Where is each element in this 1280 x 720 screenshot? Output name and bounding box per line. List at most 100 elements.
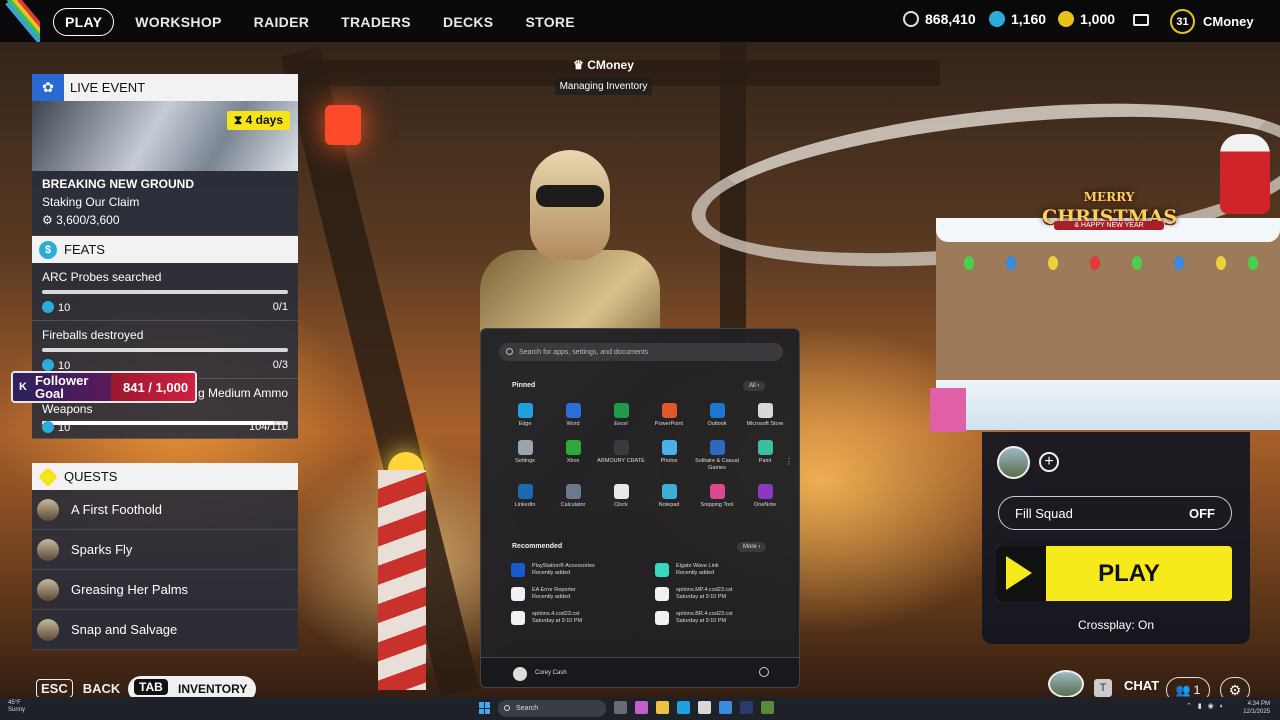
quest-item[interactable]: A First Foothold — [32, 490, 298, 530]
nav-raider[interactable]: RAIDER — [243, 9, 320, 35]
pinned-app-label: ARMOURY CRATE — [597, 458, 645, 464]
feat-meta: 10 0/1 — [42, 301, 288, 314]
weather-widget[interactable]: 45°F Sunny — [8, 700, 25, 714]
nav-decks[interactable]: DECKS — [432, 9, 505, 35]
feat-progress-bar — [42, 348, 288, 352]
system-tray[interactable]: ⌃ ▮ ◉ ◐ — [1186, 702, 1226, 710]
quest-item[interactable]: Snap and Salvage — [32, 610, 298, 650]
quest-item[interactable]: Sparks Fly — [32, 530, 298, 570]
nav-traders[interactable]: TRADERS — [330, 9, 422, 35]
pinned-app[interactable]: Excel — [597, 403, 645, 428]
recommended-item[interactable]: EA Error Reporter Recently added — [511, 587, 655, 601]
taskbar-clock[interactable]: 4:34 PM 12/1/2025 — [1226, 700, 1270, 716]
more-label: More — [743, 544, 757, 550]
pinned-app[interactable]: PowerPoint — [645, 403, 693, 428]
follower-goal-text: Follower Goal — [35, 374, 88, 400]
play-button[interactable]: PLAY — [996, 546, 1232, 601]
back-label: BACK — [82, 681, 121, 696]
player-level-badge[interactable]: 31 — [1170, 9, 1195, 34]
app-icon[interactable] — [719, 701, 732, 714]
user-avatar[interactable] — [513, 667, 527, 681]
player-avatar[interactable] — [1048, 670, 1084, 698]
pinned-app[interactable]: LinkedIn — [501, 484, 549, 509]
pinned-app[interactable]: Microsoft Store — [741, 403, 789, 428]
pinned-app[interactable]: Paint — [741, 440, 789, 472]
live-event-timer: ⧗ 4 days — [226, 111, 290, 130]
app-icon[interactable] — [761, 701, 774, 714]
inventory-label: INVENTORY — [178, 682, 248, 696]
quest-giver-avatar — [37, 618, 59, 641]
mail-icon[interactable] — [1133, 14, 1149, 26]
copilot-icon[interactable] — [635, 701, 648, 714]
windows-start-icon[interactable] — [479, 702, 491, 714]
pinned-app[interactable]: Clock — [597, 484, 645, 509]
player-nameplate-status: Managing Inventory — [555, 78, 652, 95]
steam-icon[interactable] — [740, 701, 753, 714]
pinned-app[interactable]: Snipping Tool — [693, 484, 741, 509]
recommended-item[interactable]: options.MP.4.cod23.cst Saturday at 9:10 P… — [655, 587, 781, 601]
recommended-name: EA Error Reporter — [532, 587, 576, 593]
live-event-panel[interactable]: ✿ LIVE EVENT ⧗ 4 days BREAKING NEW GROUN… — [32, 74, 298, 235]
search-icon — [504, 705, 510, 711]
player-username[interactable]: CMoney — [1203, 14, 1254, 29]
pinned-app-label: Microsoft Store — [746, 421, 784, 427]
pinned-app[interactable]: Notepad — [645, 484, 693, 509]
task-view-icon[interactable] — [614, 701, 627, 714]
pinned-app[interactable]: OneNote — [741, 484, 789, 509]
quest-item[interactable]: Greasing Her Palms — [32, 570, 298, 610]
follower-goal-label: K Follower Goal — [13, 373, 111, 401]
recommended-item[interactable]: options.BR.4.cod23.cst Saturday at 9:10 P… — [655, 611, 781, 625]
quest-name: Greasing Her Palms — [71, 582, 189, 597]
recommended-item[interactable]: PlayStation® Accessories Recently added — [511, 563, 655, 577]
feat-name-line2: Weapons — [42, 402, 93, 416]
pinned-app[interactable]: Calculator — [549, 484, 597, 509]
pinned-app-label: Paint — [758, 458, 772, 464]
add-squad-member-button[interactable]: + — [1039, 452, 1059, 472]
feats-panel: $ FEATS ARC Probes searched 10 0/1 Fireb… — [32, 236, 298, 439]
feat-item[interactable]: ARC Probes searched 10 0/1 — [32, 263, 298, 321]
all-apps-button[interactable]: All › — [743, 381, 766, 391]
pinned-app[interactable]: Settings — [501, 440, 549, 472]
quest-giver-avatar — [37, 538, 59, 561]
squad-member-avatar[interactable] — [997, 446, 1030, 479]
coins-icon — [903, 11, 919, 27]
app-icon — [709, 403, 725, 418]
happy-new-year-text: & HAPPY NEW YEAR — [1054, 221, 1164, 230]
recommended-item[interactable]: Elgato Wave Link Recently added — [655, 563, 781, 577]
back-button[interactable]: ESC BACK — [36, 679, 120, 698]
pinned-app[interactable]: Word — [549, 403, 597, 428]
fill-squad-label: Fill Squad — [1015, 505, 1073, 521]
feat-progress-bar — [42, 290, 288, 294]
all-apps-label: All — [749, 383, 756, 389]
power-icon[interactable] — [759, 667, 769, 677]
light-bulb — [1090, 256, 1100, 270]
scroll-dots-icon[interactable]: ⋮ — [785, 457, 793, 466]
taskbar-search[interactable]: Search — [498, 700, 606, 717]
app-icon — [565, 440, 581, 455]
pinned-app[interactable]: Solitaire & Casual Games — [693, 440, 741, 472]
nav-play[interactable]: PLAY — [53, 8, 115, 36]
chat-button[interactable]: CHAT — [1124, 678, 1159, 693]
file-explorer-icon[interactable] — [656, 701, 669, 714]
more-button[interactable]: More › — [737, 542, 767, 552]
pinned-app[interactable]: ARMOURY CRATE — [597, 440, 645, 472]
tab-keycap: TAB — [134, 679, 168, 695]
nav-workshop[interactable]: WORKSHOP — [124, 9, 232, 35]
recommended-item[interactable]: options.4.cod23.cst Saturday at 9:10 PM — [511, 611, 655, 625]
start-search-input[interactable]: Search for apps, settings, and documents — [499, 343, 783, 361]
recommended-text: options.4.cod23.cst Saturday at 9:10 PM — [532, 611, 582, 625]
store-icon[interactable] — [698, 701, 711, 714]
live-event-subtitle: Staking Our Claim — [42, 195, 140, 209]
fill-squad-toggle[interactable]: Fill Squad OFF — [998, 496, 1232, 530]
pinned-app[interactable]: Xbox — [549, 440, 597, 472]
top-navigation-bar: PLAY WORKSHOP RAIDER TRADERS DECKS STORE… — [0, 0, 1280, 42]
pinned-app-label: LinkedIn — [514, 502, 536, 508]
edge-icon[interactable] — [677, 701, 690, 714]
nav-store[interactable]: STORE — [514, 9, 585, 35]
start-search-placeholder: Search for apps, settings, and documents — [519, 348, 649, 356]
pinned-app[interactable]: Photos — [645, 440, 693, 472]
user-name[interactable]: Corey Cash — [535, 670, 567, 676]
pinned-app[interactable]: Outlook — [693, 403, 741, 428]
feat-name: ARC Probes searched — [42, 270, 162, 284]
pinned-app[interactable]: Edge — [501, 403, 549, 428]
